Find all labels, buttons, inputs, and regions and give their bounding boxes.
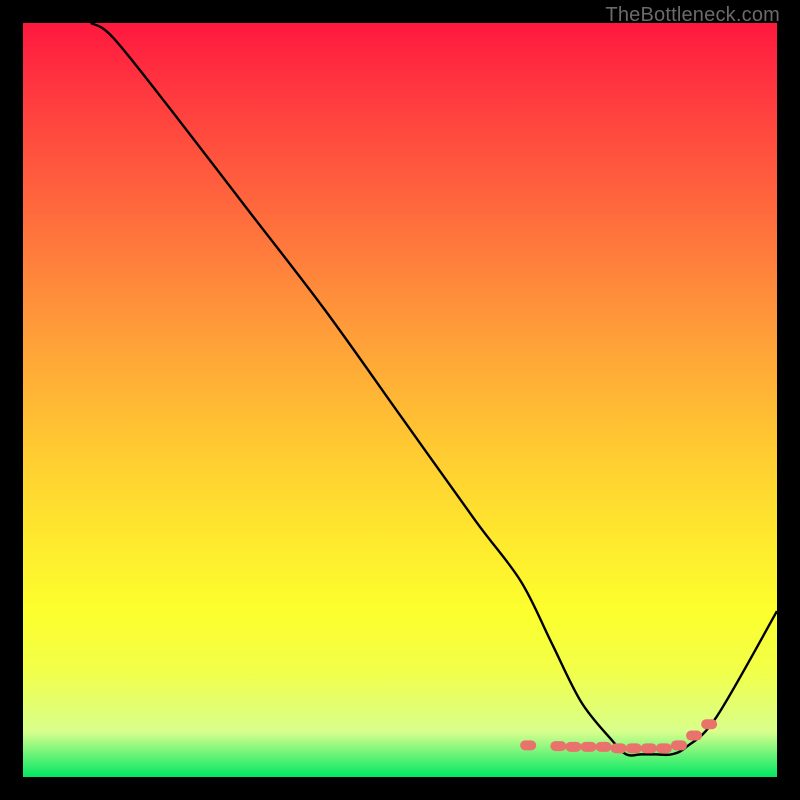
- highlight-dot: [596, 742, 612, 752]
- highlight-dot: [671, 740, 687, 750]
- highlight-dot: [611, 743, 627, 753]
- curve-line: [91, 23, 777, 755]
- plot-area: [23, 23, 777, 777]
- highlight-dot: [626, 743, 642, 753]
- highlight-dot: [520, 740, 536, 750]
- highlight-dot: [686, 731, 702, 741]
- chart-svg: [23, 23, 777, 777]
- highlight-dot: [550, 741, 566, 751]
- highlight-dots: [520, 719, 717, 753]
- highlight-dot: [701, 719, 717, 729]
- highlight-dot: [656, 743, 672, 753]
- chart-container: TheBottleneck.com: [0, 0, 800, 800]
- highlight-dot: [641, 743, 657, 753]
- highlight-dot: [565, 742, 581, 752]
- highlight-dot: [581, 742, 597, 752]
